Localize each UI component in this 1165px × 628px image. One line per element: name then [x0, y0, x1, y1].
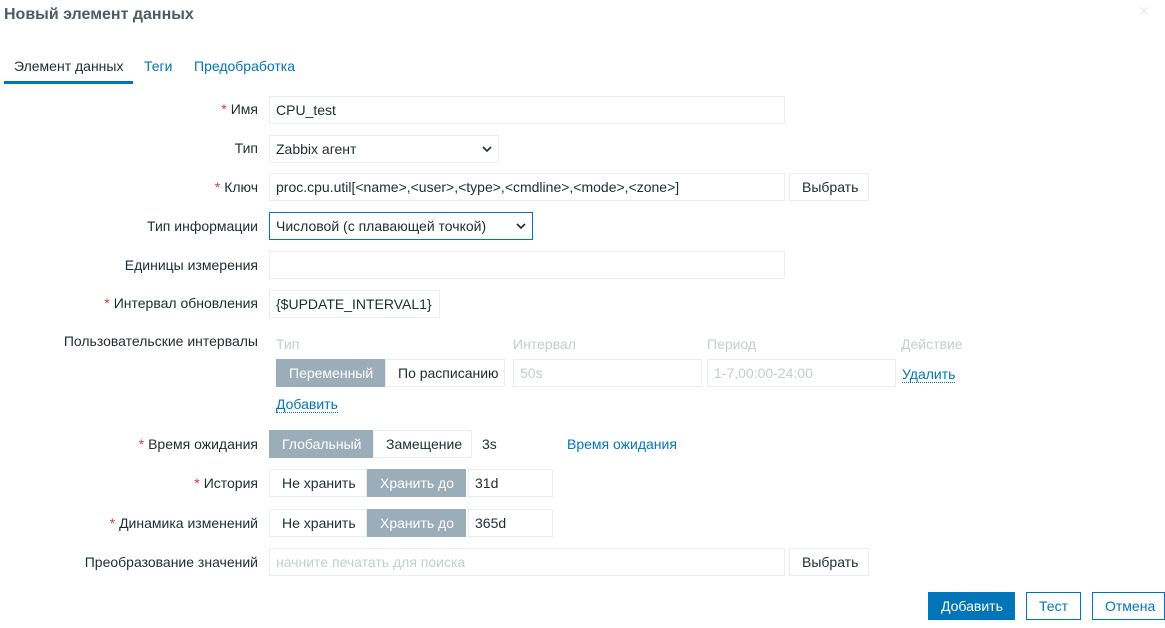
info-type-select-value: Числовой (с плавающей точкой): [276, 218, 487, 234]
test-button[interactable]: Тест: [1026, 592, 1081, 620]
info-type-label: Тип информации: [147, 218, 258, 234]
history-do-not-store-button[interactable]: Не хранить: [269, 469, 367, 497]
history-input[interactable]: 31d: [468, 469, 553, 497]
timeout-link[interactable]: Время ожидания: [567, 436, 677, 452]
type-label: Тип: [234, 140, 258, 156]
valuemap-input[interactable]: начните печатать для поиска: [269, 548, 785, 576]
chevron-down-icon: [482, 146, 492, 153]
name-input[interactable]: CPU_test: [269, 96, 785, 124]
name-label: Имя: [221, 101, 258, 117]
update-interval-label: Интервал обновления: [104, 295, 258, 311]
history-store-up-to-button[interactable]: Хранить до: [367, 469, 466, 497]
key-label: Ключ: [215, 179, 258, 195]
timeout-value: 3s: [482, 436, 497, 452]
dialog-title: Новый элемент данных: [4, 6, 194, 23]
interval-type-flexible[interactable]: Переменный: [276, 359, 385, 387]
valuemap-select-button[interactable]: Выбрать: [789, 548, 869, 576]
custom-interval-add-link[interactable]: Добавить: [276, 396, 338, 413]
key-input[interactable]: proc.cpu.util[<name>,<user>,<type>,<cmdl…: [269, 173, 785, 201]
tab-item[interactable]: Элемент данных: [4, 48, 134, 84]
valuemap-label: Преобразование значений: [84, 554, 258, 570]
history-label: История: [194, 475, 258, 491]
type-select-value: Zabbix агент: [276, 141, 357, 157]
update-interval-input[interactable]: {$UPDATE_INTERVAL1}: [269, 290, 440, 318]
trends-input[interactable]: 365d: [468, 509, 553, 537]
timeout-label: Время ожидания: [139, 436, 258, 452]
cancel-button[interactable]: Отмена: [1092, 592, 1165, 620]
timeout-global-button[interactable]: Глобальный: [269, 430, 373, 458]
custom-interval-remove-link[interactable]: Удалить: [902, 366, 956, 383]
custom-period-input[interactable]: 1-7,00:00-24:00: [707, 359, 896, 387]
info-type-select[interactable]: Числовой (с плавающей точкой): [269, 212, 533, 240]
custom-intervals-header-action: Действие: [901, 336, 963, 352]
units-input[interactable]: [269, 251, 785, 279]
key-select-button[interactable]: Выбрать: [789, 173, 869, 201]
custom-intervals-label: Пользовательские интервалы: [63, 333, 258, 349]
trends-store-up-to-button[interactable]: Хранить до: [367, 509, 466, 537]
units-label: Единицы измерения: [124, 257, 258, 273]
type-select[interactable]: Zabbix агент: [269, 135, 499, 163]
timeout-override-button[interactable]: Замещение: [373, 430, 472, 458]
tab-tags[interactable]: Теги: [134, 48, 182, 84]
custom-intervals-header-interval: Интервал: [513, 336, 576, 352]
chevron-down-icon: [516, 223, 526, 230]
custom-intervals-header-type: Тип: [276, 336, 300, 352]
custom-interval-input[interactable]: 50s: [513, 359, 702, 387]
add-button[interactable]: Добавить: [928, 592, 1015, 620]
tab-preprocessing[interactable]: Предобработка: [184, 48, 305, 84]
interval-type-scheduling[interactable]: По расписанию: [385, 359, 505, 387]
trends-label: Динамика изменений: [110, 515, 258, 531]
trends-do-not-store-button[interactable]: Не хранить: [269, 509, 367, 537]
close-icon[interactable]: ✕: [1137, 4, 1151, 18]
custom-intervals-header-period: Период: [707, 336, 757, 352]
